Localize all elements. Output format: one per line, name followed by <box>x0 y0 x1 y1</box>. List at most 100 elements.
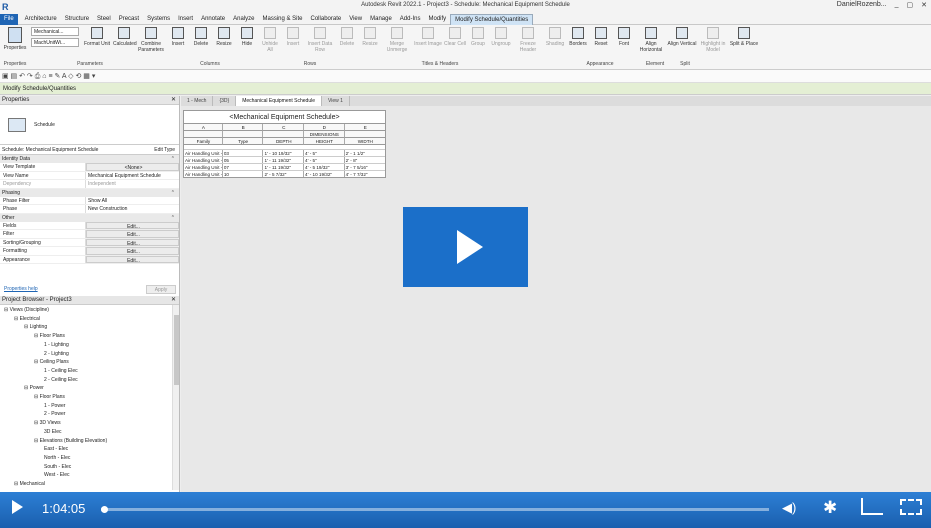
schedule-cell[interactable]: C <box>263 124 305 131</box>
share-icon[interactable] <box>861 498 883 515</box>
ribbon-tab-modify[interactable]: Modify <box>424 14 450 25</box>
quick-access-toolbar[interactable]: ▣ ▤ ↶ ↷ ⎙ ⌂ ≡ ✎ A ◇ ⟲ ▦ ▾ <box>0 70 931 83</box>
format-unit-button[interactable]: Format Unit <box>82 27 112 47</box>
schedule-cell[interactable]: A <box>184 124 223 131</box>
schedule-cell[interactable]: 4' - 7 7/32" <box>345 171 385 177</box>
properties-button[interactable]: Properties <box>2 27 28 51</box>
property-category[interactable]: Phasing ⌃ <box>0 188 179 197</box>
delete-button[interactable]: Delete <box>190 27 212 47</box>
view-tab-mechanical-equipment-schedule[interactable]: Mechanical Equipment Schedule <box>236 96 323 106</box>
schedule-cell[interactable]: 3' - 7 5/16" <box>345 164 385 170</box>
property-value[interactable]: New Construction <box>86 205 179 213</box>
combine-parameters-button[interactable]: Combine Parameters <box>136 27 166 53</box>
browser-node[interactable]: East - Elec <box>44 446 68 452</box>
property-value[interactable]: Mechanical Equipment Schedule <box>86 172 179 180</box>
restore-button[interactable]: ▢ <box>907 1 914 9</box>
browser-node[interactable]: ⊟ Views (Discipline) <box>4 307 49 313</box>
schedule-cell[interactable]: 05 <box>223 157 264 163</box>
browser-node[interactable]: 1 - Ceiling Elec <box>44 368 78 374</box>
schedule-cell[interactable]: 4' - 10 19/32" <box>304 171 345 177</box>
merge-unmerge-button[interactable]: Merge Unmerge <box>382 27 412 53</box>
schedule-cell[interactable]: Type <box>222 138 264 145</box>
property-edit-button[interactable]: <None> <box>86 163 179 171</box>
browser-node[interactable]: 1 - Power <box>44 403 65 409</box>
ribbon-tab-analyze[interactable]: Analyze <box>229 14 258 25</box>
table-row[interactable]: Air Handling Unit - 03 1' - 10 19/32" 4' -… <box>184 149 385 156</box>
highlight-in-model-button[interactable]: Highlight in Model <box>698 27 728 53</box>
schedule-cell[interactable]: 1' - 10 19/32" <box>263 150 305 156</box>
browser-node[interactable]: ⊟ Floor Plans <box>34 394 65 400</box>
browser-node[interactable]: ⊟ Floor Plans <box>34 333 65 339</box>
ribbon-tab-modify-schedule-quantities[interactable]: Modify Schedule/Quantities <box>450 13 534 25</box>
schedule-cell[interactable]: 2' - 8" <box>345 157 385 163</box>
property-edit-button[interactable]: Edit... <box>86 230 179 238</box>
schedule-cell[interactable]: E <box>344 124 386 131</box>
view-tab-view-1[interactable]: View 1 <box>322 96 350 106</box>
browser-node[interactable]: 2 - Ceiling Elec <box>44 377 78 383</box>
freeze-header-button[interactable]: Freeze Header <box>513 27 543 53</box>
browser-node[interactable]: 1 - Lighting <box>44 342 69 348</box>
properties-help-link[interactable]: Properties help <box>4 286 38 292</box>
collapse-icon[interactable]: ⌃ <box>171 189 175 197</box>
browser-node[interactable]: ⊟ Elevations (Building Elevation) <box>34 438 107 444</box>
property-edit-button[interactable]: Edit... <box>86 238 179 247</box>
schedule-cell[interactable]: Air Handling Unit - <box>184 157 223 163</box>
schedule-cell[interactable] <box>263 131 305 138</box>
edit-type-button[interactable]: Edit Type <box>154 147 175 153</box>
ribbon-tab-structure[interactable]: Structure <box>61 14 93 25</box>
resize-button[interactable]: Resize <box>359 27 381 47</box>
user-name[interactable]: DanielRozenb... <box>837 1 887 9</box>
ribbon-tab-insert[interactable]: Insert <box>174 14 197 25</box>
browser-node[interactable]: West - Elec <box>44 472 69 478</box>
hide-button[interactable]: Hide <box>236 27 258 47</box>
view-tab--3d-[interactable]: {3D} <box>213 96 237 106</box>
schedule-cell[interactable]: 4' - 5" <box>304 150 345 156</box>
schedule-cell[interactable]: 1' - 11 19/32" <box>263 164 305 170</box>
schedule-cell[interactable]: B <box>222 124 264 131</box>
ribbon-tab-file[interactable]: File <box>0 13 18 25</box>
schedule-cell[interactable]: Air Handling Unit - <box>184 171 223 177</box>
play-pause-icon[interactable] <box>12 500 23 514</box>
schedule-cell[interactable]: 03 <box>223 150 264 156</box>
ribbon-tab-add-ins[interactable]: Add-Ins <box>396 14 425 25</box>
schedule-table[interactable]: <Mechanical Equipment Schedule> A B C D E DIM… <box>183 110 386 178</box>
schedule-cell[interactable]: HEIGHT <box>304 138 345 145</box>
resize-button[interactable]: Resize <box>213 27 235 47</box>
schedule-cell[interactable]: 2' - 1 1/2" <box>345 150 385 156</box>
close-button[interactable]: ✕ <box>921 1 927 9</box>
column-header-row[interactable]: Family Type DEPTH HEIGHT WIDTH <box>184 138 386 145</box>
apply-button[interactable]: Apply <box>146 284 176 294</box>
delete-button[interactable]: Delete <box>336 27 358 47</box>
schedule-cell[interactable]: DEPTH <box>263 138 305 145</box>
schedule-cell[interactable] <box>222 131 264 138</box>
align-vertical-button[interactable]: Align Vertical <box>667 27 697 47</box>
schedule-cell[interactable]: 4' - 5 19/32" <box>304 164 345 170</box>
play-overlay-button[interactable] <box>403 207 528 287</box>
property-edit-button[interactable]: Edit... <box>86 255 179 264</box>
schedule-cell[interactable]: 1' - 11 19/32" <box>263 157 305 163</box>
schedule-cell[interactable]: DIMENSIONS <box>304 131 345 138</box>
schedule-cell[interactable]: Air Handling Unit - <box>184 150 223 156</box>
insert-button[interactable]: Insert <box>282 27 304 47</box>
browser-node[interactable]: ⊟ Ceiling Plans <box>34 359 69 365</box>
schedule-cell[interactable]: 10 <box>223 171 264 177</box>
browser-node[interactable]: ⊟ Lighting <box>24 324 47 330</box>
ribbon-tab-steel[interactable]: Steel <box>93 14 115 25</box>
table-row[interactable]: Air Handling Unit - 07 1' - 11 19/32" 4' -… <box>184 163 385 170</box>
group-header-row[interactable]: DIMENSIONS <box>184 131 386 138</box>
insert-image-button[interactable]: Insert Image <box>413 27 443 47</box>
progress-bar[interactable] <box>101 508 769 511</box>
ribbon-tab-view[interactable]: View <box>345 14 366 25</box>
schedule-cell[interactable]: Air Handling Unit - <box>184 164 223 170</box>
insert-button[interactable]: Insert <box>167 27 189 47</box>
browser-node[interactable]: North - Elec <box>44 455 70 461</box>
property-value[interactable]: Independent <box>86 180 179 188</box>
browser-node[interactable]: 2 - Power <box>44 411 65 417</box>
table-row[interactable]: Air Handling Unit - 05 1' - 11 19/32" 4' -… <box>184 156 385 163</box>
insert-data-row-button[interactable]: Insert Data Row <box>305 27 335 53</box>
ungroup-button[interactable]: Ungroup <box>490 27 512 47</box>
volume-icon[interactable]: ◀) <box>782 500 796 516</box>
close-icon[interactable]: ✕ <box>171 96 176 105</box>
collapse-icon[interactable]: ⌃ <box>171 214 175 222</box>
schedule-title[interactable]: <Mechanical Equipment Schedule> <box>184 111 385 124</box>
